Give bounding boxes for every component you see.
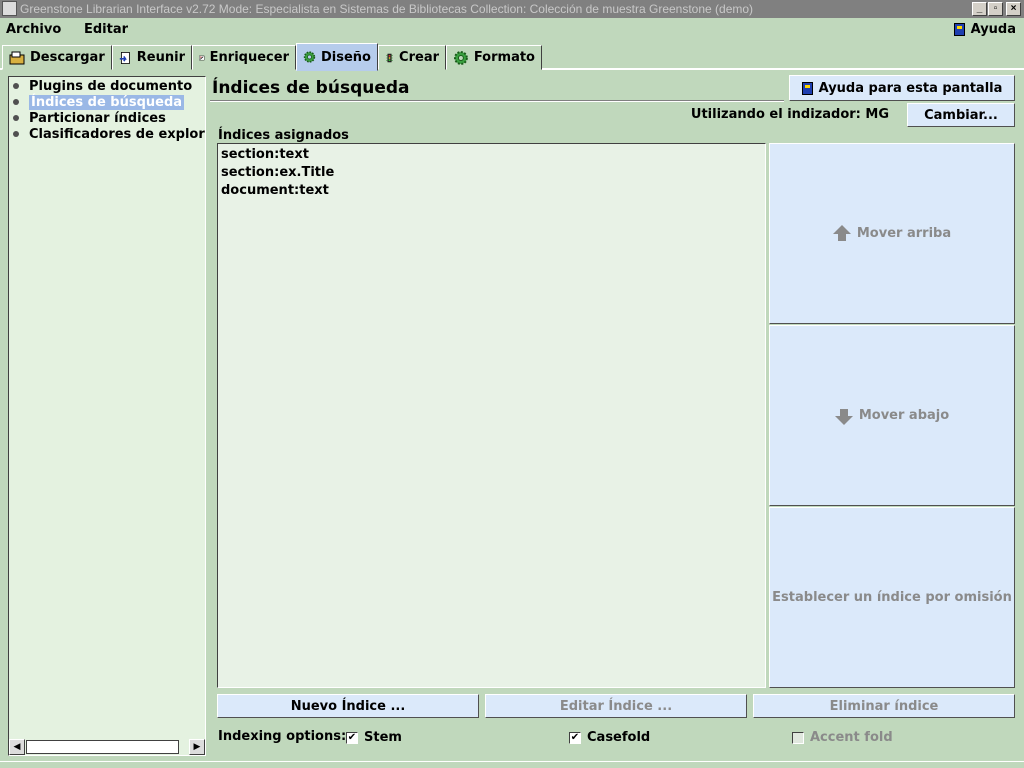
title-divider: [210, 100, 784, 102]
tab-crear[interactable]: Crear: [378, 45, 446, 70]
window-title-bar[interactable]: Greenstone Librarian Interface v2.72 Mod…: [0, 0, 1024, 18]
checkmark-icon: ✔: [569, 731, 581, 744]
accent-fold-label: Accent fold: [810, 730, 893, 745]
list-item[interactable]: document:text: [221, 183, 329, 198]
tree-item-label: Plugins de documento: [29, 78, 193, 94]
tab-reunir-label: Reunir: [136, 50, 185, 65]
menu-editar[interactable]: Editar: [84, 22, 128, 37]
design-gear-icon: [303, 51, 316, 63]
tab-descargar-label: Descargar: [30, 50, 105, 65]
window-title: Greenstone Librarian Interface v2.72 Mod…: [20, 2, 754, 16]
tree-item-plugins[interactable]: Plugins de documento: [13, 78, 192, 94]
tab-crear-label: Crear: [399, 50, 439, 65]
checkmark-icon: ✔: [346, 731, 358, 744]
download-icon: [9, 51, 25, 64]
restore-icon[interactable]: ▫: [988, 2, 1003, 16]
stem-checkbox[interactable]: ✔ Stem: [346, 730, 402, 745]
create-traffic-light-icon: [386, 53, 394, 62]
scrollbar-thumb[interactable]: [26, 740, 179, 754]
tree-bullet-icon: [13, 131, 19, 137]
casefold-label: Casefold: [587, 730, 651, 745]
menu-ayuda[interactable]: Ayuda: [953, 22, 1016, 37]
menu-ayuda-label: Ayuda: [970, 22, 1016, 37]
indexer-status: Utilizando el indizador: MG: [690, 107, 889, 122]
assigned-indexes-list[interactable]: section:text section:ex.Title document:t…: [217, 143, 766, 688]
arrow-up-icon: [832, 224, 851, 243]
tree-item-label: Índices de búsqueda: [29, 94, 185, 110]
help-book-icon: [801, 81, 813, 95]
menu-archivo[interactable]: Archivo: [6, 22, 61, 37]
scroll-right-icon[interactable]: ▶: [189, 739, 205, 755]
tab-diseno-label: Diseño: [321, 49, 371, 65]
stem-label: Stem: [364, 730, 402, 745]
arrow-down-icon: [834, 407, 853, 425]
set-default-index-button[interactable]: Establecer un índice por omisión: [769, 507, 1015, 688]
list-item[interactable]: section:text: [221, 147, 309, 162]
move-up-label: Mover arriba: [856, 226, 952, 241]
tab-enriquecer-label: Enriquecer: [209, 50, 289, 65]
format-gear-icon: [453, 50, 468, 65]
delete-index-button[interactable]: Eliminar índice: [753, 694, 1015, 718]
enrich-icon: [199, 55, 205, 60]
scroll-left-icon[interactable]: ◀: [9, 739, 25, 755]
tree-bullet-icon: [13, 99, 19, 105]
edit-index-button[interactable]: Editar Índice ...: [485, 694, 747, 718]
help-book-icon: [953, 23, 965, 36]
bottom-edge: [0, 761, 1024, 768]
indexing-options-label: Indexing options:: [218, 729, 347, 744]
accent-fold-checkbox[interactable]: Accent fold: [792, 730, 893, 745]
tab-formato-label: Formato: [473, 50, 535, 65]
menu-bar: Archivo Editar Ayuda: [0, 18, 1024, 42]
tab-formato[interactable]: Formato: [446, 45, 542, 70]
minimize-icon[interactable]: _: [972, 2, 987, 16]
page-title: Índices de búsqueda: [212, 78, 410, 98]
tab-diseno[interactable]: Diseño: [296, 43, 378, 71]
new-index-button[interactable]: Nuevo Índice ...: [217, 694, 479, 718]
move-up-button[interactable]: Mover arriba: [769, 143, 1015, 324]
list-item[interactable]: section:ex.Title: [221, 165, 334, 180]
tree-item-partition-indexes[interactable]: Particionar índices: [13, 110, 166, 126]
assigned-indexes-label: Índices asignados: [218, 128, 349, 143]
close-icon[interactable]: ×: [1006, 2, 1021, 16]
move-down-button[interactable]: Mover abajo: [769, 325, 1015, 506]
tree-item-label: Clasificadores de exploración: [29, 126, 205, 142]
tab-reunir[interactable]: Reunir: [112, 45, 192, 70]
tree-bullet-icon: [13, 83, 19, 89]
change-indexer-button[interactable]: Cambiar...: [907, 103, 1015, 127]
tree-item-classifiers[interactable]: Clasificadores de exploración: [13, 126, 205, 142]
tab-enriquecer[interactable]: Enriquecer: [192, 45, 296, 70]
tab-descargar[interactable]: Descargar: [2, 45, 112, 70]
help-screen-label: Ayuda para esta pantalla: [818, 80, 1003, 96]
tree-item-search-indexes[interactable]: Índices de búsqueda: [13, 94, 185, 110]
checkbox-empty-icon: [792, 731, 804, 744]
horizontal-scrollbar[interactable]: ◀ ▶: [9, 739, 205, 755]
help-screen-button[interactable]: Ayuda para esta pantalla: [789, 75, 1015, 101]
app-icon: [2, 1, 17, 16]
gather-icon: [119, 51, 130, 64]
tree-bullet-icon: [13, 115, 19, 121]
tree-item-label: Particionar índices: [29, 110, 166, 126]
move-down-label: Mover abajo: [858, 408, 950, 423]
casefold-checkbox[interactable]: ✔ Casefold: [569, 730, 650, 745]
tab-bar: Descargar Reunir Enriquecer Diseño Crear…: [0, 42, 1024, 71]
design-nav-tree[interactable]: Plugins de documento Índices de búsqueda…: [8, 76, 206, 756]
